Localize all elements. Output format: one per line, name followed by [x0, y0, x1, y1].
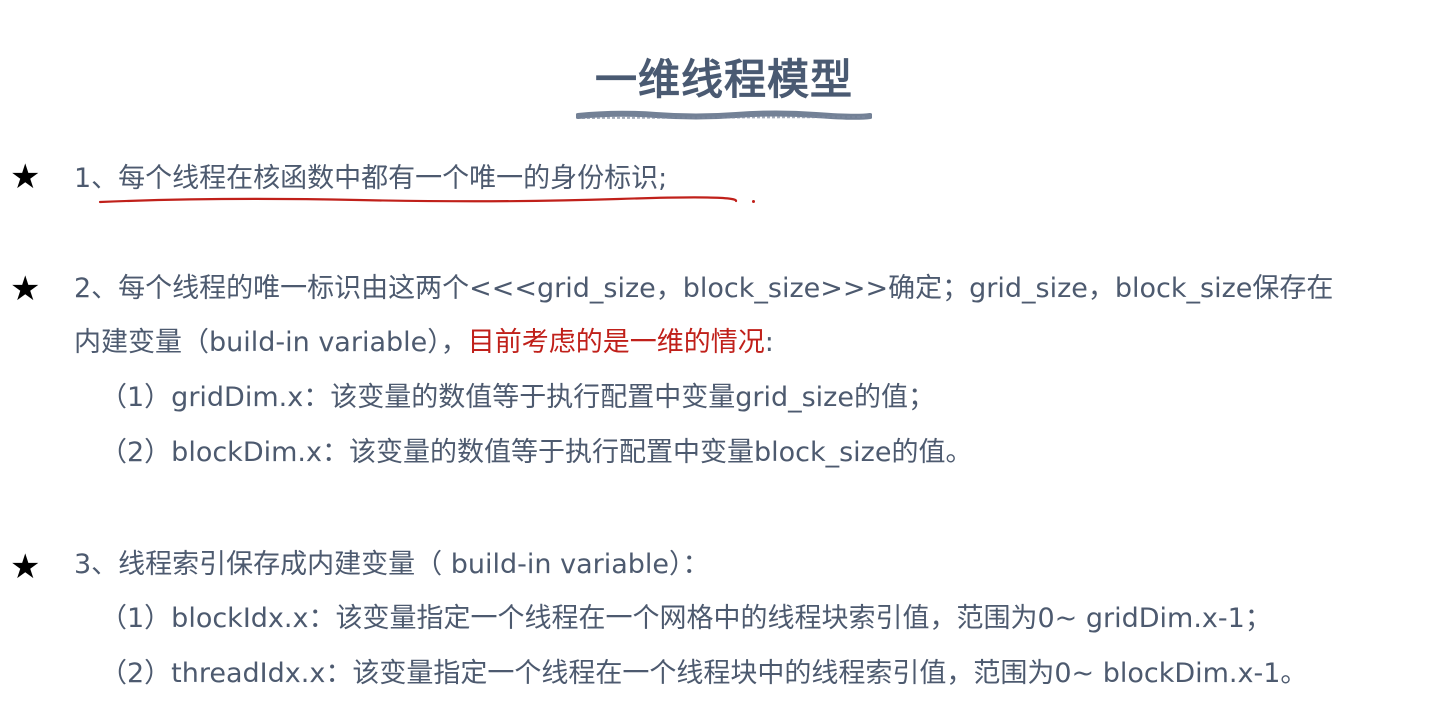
item-3-sub-2: （2）threadIdx.x：该变量指定一个线程在一个线程块中的线程索引值，范围…: [100, 658, 1308, 689]
handwritten-red-underline: [98, 196, 738, 204]
item-1-text: 1、每个线程在核函数中都有一个唯一的身份标识;: [74, 163, 668, 194]
item-3-line-1: 3、线程索引保存成内建变量（ build-in variable）：: [74, 549, 710, 580]
star-bullet-3: ★: [10, 547, 41, 587]
item-3-sub-1: （1）blockIdx.x：该变量指定一个线程在一个网格中的线程块索引值，范围为…: [100, 603, 1272, 634]
red-dot-mark: [752, 200, 755, 203]
item-2-line-2-end: :: [764, 327, 774, 358]
slide: 一维线程模型 ★ 1、每个线程在核函数中都有一个唯一的身份标识; ★ 2、每个线…: [0, 0, 1432, 705]
item-2-sub-1: （1）gridDim.x：该变量的数值等于执行配置中变量grid_size的值；: [100, 382, 935, 413]
item-2-sub-2: （2）blockDim.x：该变量的数值等于执行配置中变量block_size的…: [100, 437, 973, 468]
star-bullet-2: ★: [10, 269, 41, 309]
item-2-line-2: 内建变量（build-in variable），目前考虑的是一维的情况:: [74, 326, 774, 360]
slide-title: 一维线程模型: [594, 55, 853, 104]
item-2-line-1: 2、每个线程的唯一标识由这两个<<<grid_size，block_size>>…: [74, 273, 1334, 304]
title-underline-decoration: [576, 110, 872, 120]
item-2-line-2-plain: 内建变量（build-in variable），: [74, 327, 468, 358]
item-2-line-2-highlight: 目前考虑的是一维的情况: [467, 327, 765, 358]
star-bullet-1: ★: [10, 157, 41, 197]
